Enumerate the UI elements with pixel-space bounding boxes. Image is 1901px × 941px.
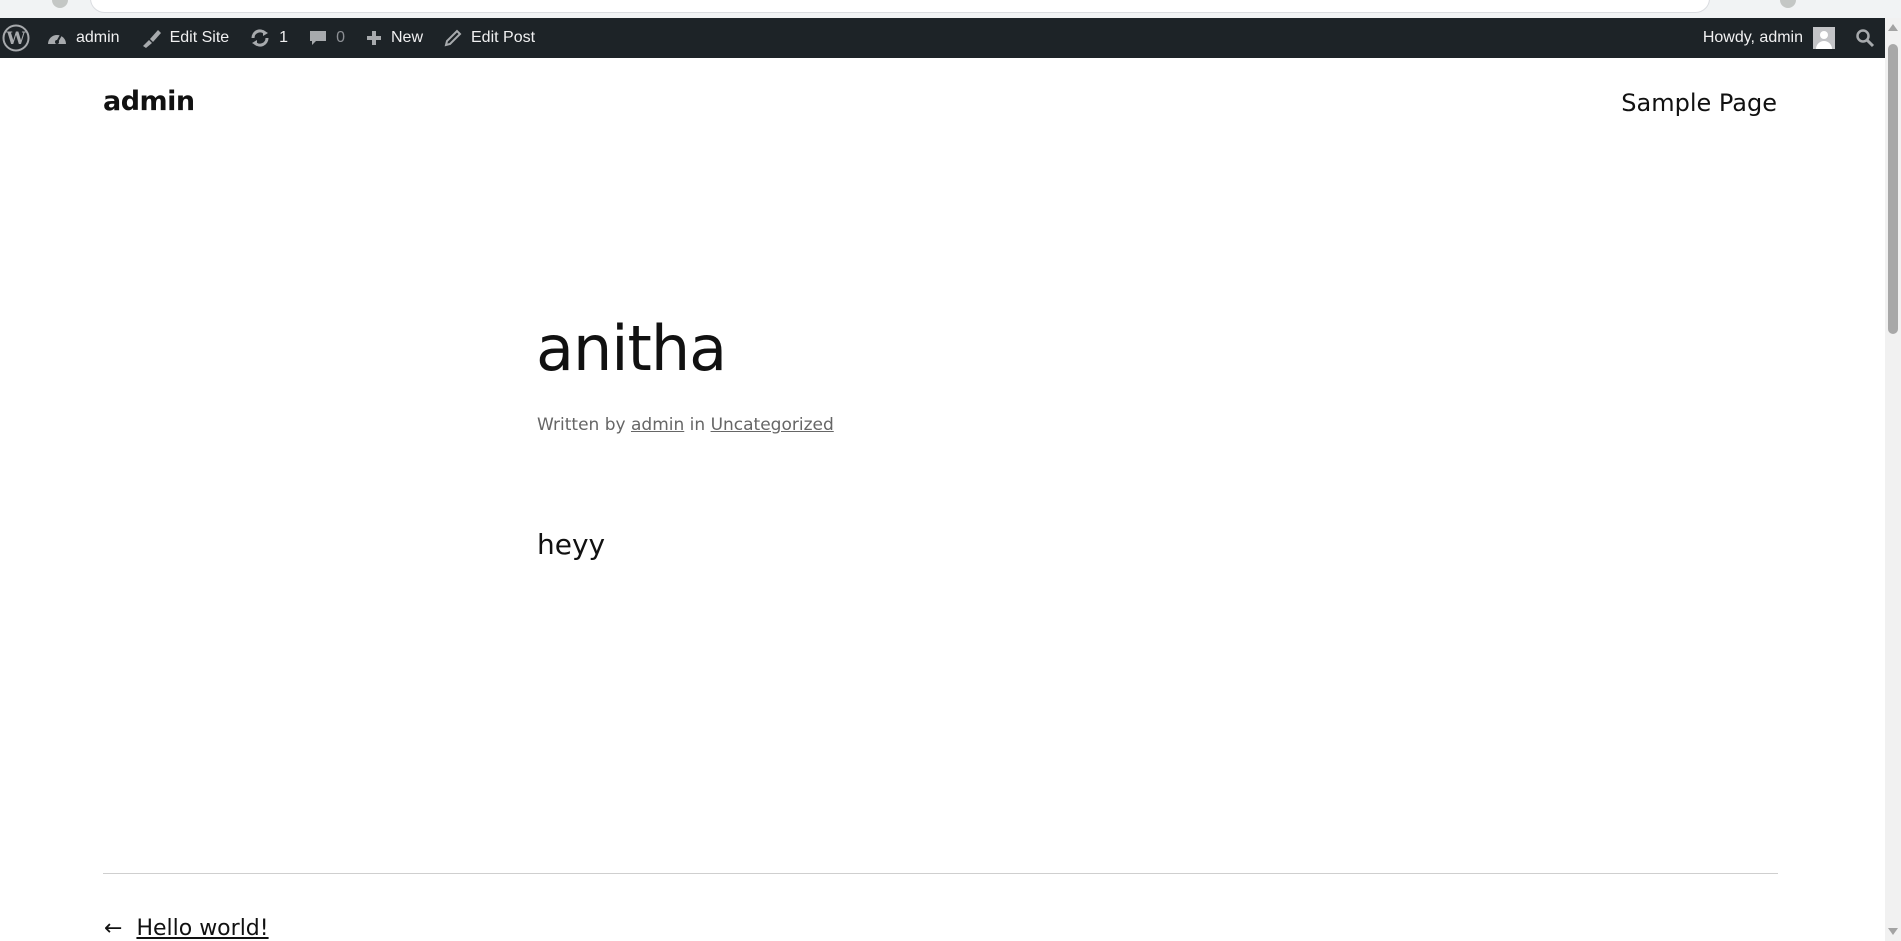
author-link[interactable]: admin bbox=[631, 415, 684, 435]
dashboard-icon bbox=[48, 34, 66, 44]
wp-admin-bar: W admin Edit Site 1 0 New Edit Post Howd… bbox=[0, 18, 1885, 58]
pencil-icon bbox=[444, 29, 462, 47]
profile-icon[interactable] bbox=[1780, 0, 1796, 8]
reload-icon[interactable] bbox=[52, 0, 68, 8]
meta-in: in bbox=[689, 415, 706, 435]
category-link[interactable]: Uncategorized bbox=[711, 415, 834, 435]
search-icon bbox=[1856, 29, 1875, 48]
svg-text:W: W bbox=[5, 29, 26, 49]
post-meta: Written by admin in Uncategorized bbox=[537, 415, 834, 435]
previous-post-link[interactable]: ← Hello world! bbox=[104, 916, 269, 941]
post-navigation-divider bbox=[103, 873, 1778, 874]
site-title-link[interactable]: admin bbox=[103, 86, 195, 117]
edit-site-label: Edit Site bbox=[169, 29, 230, 46]
post-title: anitha bbox=[536, 312, 727, 385]
avatar bbox=[1813, 27, 1835, 49]
wordpress-logo-menu[interactable]: W bbox=[0, 18, 36, 58]
new-label: New bbox=[390, 29, 423, 46]
previous-post-title: Hello world! bbox=[136, 916, 269, 941]
updates-count: 1 bbox=[279, 29, 289, 46]
comments-count: 0 bbox=[336, 29, 345, 46]
comments-menu[interactable]: 0 bbox=[298, 18, 355, 58]
howdy-label: Howdy, admin bbox=[1702, 29, 1803, 46]
site-name-label: admin bbox=[76, 29, 120, 46]
edit-post-label: Edit Post bbox=[471, 29, 536, 46]
new-content-menu[interactable]: New bbox=[355, 18, 433, 58]
wordpress-logo-icon: W bbox=[2, 24, 30, 52]
page-scrollbar[interactable] bbox=[1885, 18, 1901, 941]
scroll-thumb[interactable] bbox=[1888, 44, 1898, 334]
comment-bubble-icon bbox=[310, 31, 327, 45]
edit-site-menu[interactable]: Edit Site bbox=[130, 18, 240, 58]
browser-toolbar bbox=[0, 0, 1901, 18]
updates-icon bbox=[251, 29, 269, 47]
site-name-menu[interactable]: admin bbox=[36, 18, 130, 58]
my-account-menu[interactable]: Howdy, admin bbox=[1693, 18, 1845, 58]
address-bar[interactable] bbox=[90, 0, 1710, 13]
updates-menu[interactable]: 1 bbox=[239, 18, 298, 58]
arrow-left-icon: ← bbox=[104, 916, 123, 941]
admin-bar-search[interactable] bbox=[1845, 18, 1885, 58]
meta-written-by: Written by bbox=[537, 415, 626, 435]
edit-post-menu[interactable]: Edit Post bbox=[433, 18, 545, 58]
post-content: heyy bbox=[537, 528, 606, 561]
nav-item-sample-page[interactable]: Sample Page bbox=[1621, 89, 1777, 117]
plus-icon bbox=[366, 31, 381, 45]
admin-bar-secondary: Howdy, admin bbox=[1693, 18, 1885, 58]
scroll-down-icon[interactable] bbox=[1888, 928, 1898, 935]
brush-icon bbox=[142, 30, 161, 48]
scroll-up-icon[interactable] bbox=[1888, 24, 1898, 31]
